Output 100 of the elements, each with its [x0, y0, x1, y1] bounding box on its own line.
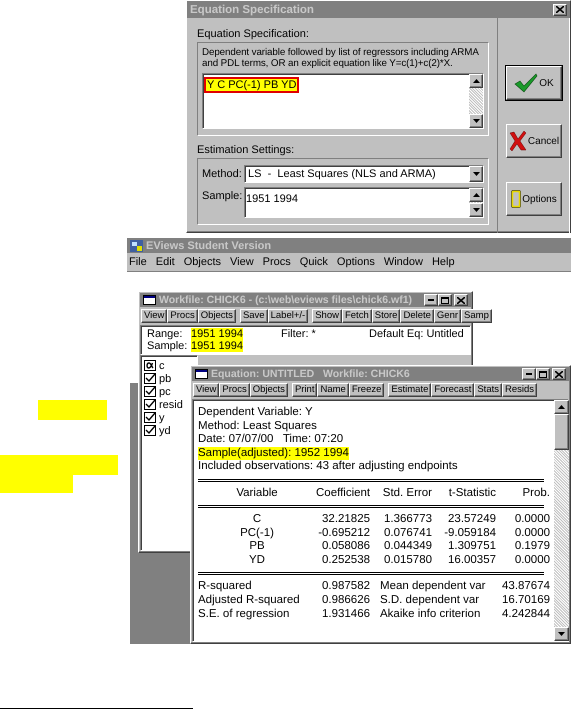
equation-field[interactable]: Y C PC(-1) PB YD [202, 73, 484, 129]
series-icon [144, 386, 156, 397]
toolbar-button[interactable]: Fetch [342, 309, 372, 323]
maximize-button[interactable] [536, 368, 550, 380]
table-cell-text: 0.058086 [321, 540, 370, 554]
toolbar-button[interactable]: Print [292, 383, 318, 397]
filter-text: Filter: * [281, 328, 317, 340]
instructions-text: Dependent variable followed by list of regressors including ARMA and PDL terms, OR an explicit equation like Y=c(1)+c(2)*X. [202, 47, 480, 69]
toolbar-button[interactable]: Name [317, 383, 349, 397]
table-cell-text: PC(-1) [239, 526, 275, 540]
table-cell-text: -9.059184 [443, 526, 496, 540]
minimize-icon [526, 373, 532, 375]
table-cell-text: 0.252538 [321, 554, 370, 568]
object-name[interactable]: pc [159, 386, 171, 398]
toolbar-button[interactable]: Estimate [388, 383, 432, 397]
output-line: Dependent Variable: Y [198, 406, 313, 420]
menu-item[interactable]: Help [432, 256, 455, 268]
app-icon [130, 240, 143, 252]
column-header: t-Statistic [448, 486, 496, 500]
toolbar-button[interactable]: Procs [219, 383, 250, 397]
down-arrow-icon [558, 632, 565, 636]
close-button[interactable] [553, 4, 567, 16]
table-cell-text: -0.695212 [317, 526, 370, 540]
table-cell-text: 16.00357 [447, 554, 496, 568]
object-name[interactable]: pb [159, 372, 172, 384]
sample-field[interactable]: 1951 1994 [244, 187, 484, 218]
object-name[interactable]: c [159, 360, 164, 372]
toolbar-button[interactable]: Save [240, 309, 268, 323]
group-label: Estimation Settings: [197, 144, 296, 156]
down-arrow-icon [472, 119, 480, 123]
options-button[interactable]: Options [506, 182, 562, 216]
equation-text: Y C PC(-1) PB YD [204, 77, 300, 93]
toolbar-button[interactable]: Freeze [348, 383, 384, 397]
table-cell-text: YD [248, 554, 266, 568]
toolbar-button[interactable]: Forecast [431, 383, 474, 397]
stat-value: 43.87674 [501, 580, 550, 594]
ok-button[interactable]: OK [506, 66, 562, 100]
method-label: Method: [202, 167, 240, 180]
toolbar-button[interactable]: View [141, 309, 168, 323]
table-cell-text: 0.1979 [514, 540, 550, 554]
menu-item[interactable]: Procs [262, 256, 291, 268]
object-name[interactable]: y [159, 412, 164, 424]
sample-label: Sample: [147, 340, 188, 352]
table-cell-text: PB [248, 540, 266, 554]
output-line: Method: Least Squares [198, 420, 317, 433]
toolbar-button[interactable]: Genr [434, 309, 462, 323]
object-name[interactable]: resid [159, 398, 183, 410]
stat-value: 1.931466 [321, 608, 370, 622]
window-title: Workfile: CHICK6 - (c:\web\eviews files\chick6.wf1) [159, 294, 414, 306]
toolbar-button[interactable]: Stats [474, 383, 502, 397]
window-icon [195, 369, 208, 379]
toolbar-button[interactable]: Objects [198, 309, 236, 323]
toolbar-button[interactable]: Store [372, 309, 400, 323]
menu-item[interactable]: Window [384, 256, 423, 268]
menu-item[interactable]: File [129, 256, 147, 268]
group-label: Equation Specification: [197, 28, 310, 40]
column-header: Variable [235, 486, 279, 500]
scrollbar[interactable] [554, 400, 569, 641]
toolbar-button[interactable]: Samp [461, 309, 492, 323]
up-arrow-icon [558, 405, 565, 409]
toolbar-button[interactable]: Show [312, 309, 342, 323]
table-cell-text: 32.21825 [321, 513, 370, 527]
series-icon [144, 373, 156, 384]
stat-label: Akaike info criterion [379, 608, 482, 622]
close-button[interactable] [552, 368, 566, 380]
stat-value: 0.986626 [321, 594, 370, 608]
dialog-title: Equation Specification [190, 4, 315, 16]
stat-label: Adjusted R-squared [198, 594, 301, 608]
table-cell-text: 0.015780 [383, 554, 432, 568]
stat-label: S.D. dependent var [379, 594, 480, 608]
menu-item[interactable]: Options [336, 256, 375, 268]
table-cell-text: 0.076741 [383, 526, 432, 540]
column-header: Std. Error [382, 486, 432, 500]
column-header: Prob. [522, 486, 550, 500]
default-eq-text: Default Eq: Untitled [369, 328, 464, 340]
menu-item[interactable]: View [230, 256, 254, 268]
table-cell-text: 0.0000 [514, 554, 550, 568]
scrollbar[interactable] [469, 74, 483, 128]
method-dropdown[interactable]: LS - Least Squares (NLS and ARMA) [244, 165, 484, 183]
window-title: EViews Student Version [146, 240, 272, 252]
table-cell-text: 1.366773 [383, 513, 432, 527]
alpha-icon [144, 360, 156, 371]
stat-value: 4.242844 [501, 608, 550, 622]
menu-item[interactable]: Quick [300, 256, 328, 268]
minimize-button[interactable] [424, 294, 438, 306]
toolbar-button[interactable]: Procs [167, 309, 198, 323]
scroll-thumb[interactable] [554, 414, 569, 450]
object-name[interactable]: yd [159, 424, 171, 436]
close-button[interactable] [454, 294, 468, 306]
toolbar-button[interactable]: Label+/- [268, 309, 308, 323]
toolbar-button[interactable]: View [193, 383, 220, 397]
toolbar-button[interactable]: Resids [502, 383, 538, 397]
menu-item[interactable]: Edit [156, 256, 175, 268]
menu-item[interactable]: Objects [184, 256, 221, 268]
table-cell-text: 0.044349 [383, 540, 432, 554]
minimize-button[interactable] [522, 368, 536, 380]
toolbar-button[interactable]: Objects [250, 383, 288, 397]
cancel-button[interactable]: Cancel [506, 124, 562, 158]
maximize-button[interactable] [438, 294, 452, 306]
toolbar-button[interactable]: Delete [400, 309, 434, 323]
